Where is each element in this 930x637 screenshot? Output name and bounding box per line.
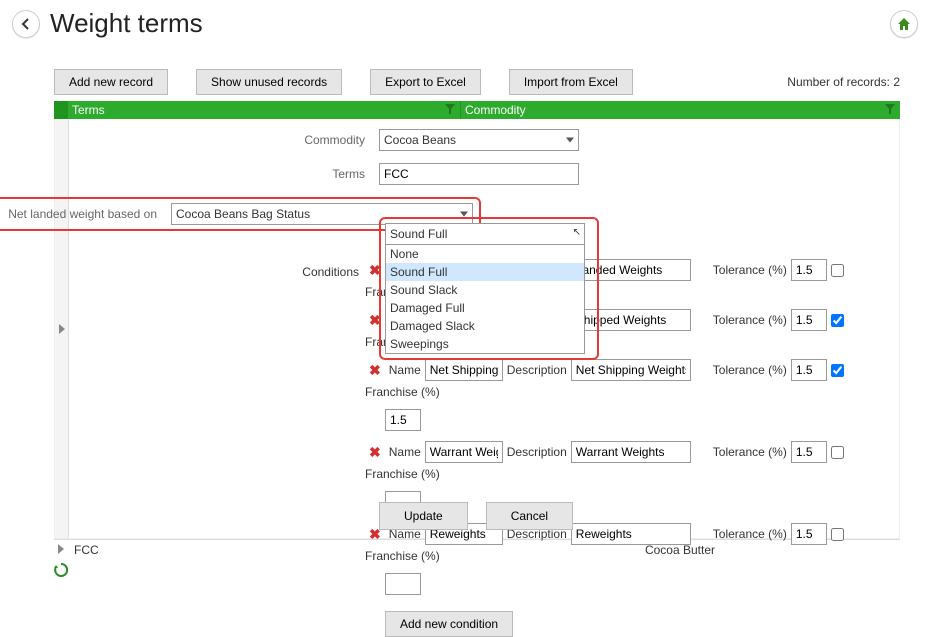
chevron-right-icon (59, 324, 65, 334)
terms-input[interactable] (379, 163, 579, 185)
commodity-select[interactable]: Cocoa Beans (379, 129, 579, 151)
export-to-excel-button[interactable]: Export to Excel (370, 69, 481, 95)
chevron-down-icon (566, 138, 574, 143)
home-button[interactable] (890, 10, 918, 38)
record-count: Number of records: 2 (787, 75, 900, 89)
condition-franchise-checkbox[interactable] (831, 264, 844, 277)
nlw-value: Cocoa Beans Bag Status (176, 207, 310, 221)
franchise-label: Franchise (%) (365, 467, 440, 481)
tolerance-label: Tolerance (%) (713, 263, 787, 277)
cursor-icon: ↖ (573, 227, 581, 238)
condition-tolerance-input[interactable] (791, 359, 827, 381)
row-expand-toggle[interactable] (54, 543, 68, 557)
condition-extra-input[interactable] (385, 573, 421, 595)
condition-row: ✖ Name Description Tolerance (%) Franchise (… (365, 441, 887, 481)
status-selected-value: Sound Full (390, 227, 447, 241)
description-label: Description (507, 445, 567, 459)
condition-tolerance-input[interactable] (791, 441, 827, 463)
add-new-condition-button[interactable]: Add new condition (385, 611, 513, 637)
franchise-label: Franchise (%) (365, 549, 440, 563)
condition-franchise-checkbox[interactable] (831, 446, 844, 459)
home-icon (896, 16, 912, 32)
commodity-label: Commodity (89, 133, 379, 147)
condition-tolerance-input[interactable] (791, 309, 827, 331)
chevron-right-icon (58, 544, 64, 554)
status-option[interactable]: Damaged Slack (386, 317, 584, 335)
condition-description-input[interactable] (571, 441, 691, 463)
status-option[interactable]: Sound Slack (386, 281, 584, 299)
status-select[interactable]: Sound Full ↖ (385, 223, 585, 245)
nlw-label: Net landed weight based on (0, 207, 171, 221)
filter-icon[interactable] (884, 103, 896, 115)
column-header-terms-label: Terms (72, 103, 105, 117)
status-option[interactable]: Damaged Full (386, 299, 584, 317)
condition-franchise-checkbox[interactable] (831, 364, 844, 377)
condition-description-input[interactable] (571, 359, 691, 381)
condition-description-input[interactable] (571, 523, 691, 545)
cancel-button[interactable]: Cancel (486, 502, 573, 530)
terms-label: Terms (89, 167, 379, 181)
name-label: Name (389, 445, 421, 459)
add-new-record-button[interactable]: Add new record (54, 69, 168, 95)
show-unused-records-button[interactable]: Show unused records (196, 69, 342, 95)
tolerance-label: Tolerance (%) (713, 363, 787, 377)
tolerance-label: Tolerance (%) (713, 445, 787, 459)
condition-franchise-checkbox[interactable] (831, 314, 844, 327)
condition-name-input[interactable] (425, 441, 503, 463)
condition-tolerance-input[interactable] (791, 523, 827, 545)
update-button[interactable]: Update (379, 502, 468, 530)
status-option[interactable]: None (386, 245, 584, 263)
description-label: Description (507, 363, 567, 377)
status-dropdown-list: NoneSound FullSound SlackDamaged FullDam… (385, 245, 585, 354)
back-button[interactable] (12, 10, 40, 38)
franchise-label: Franchise (%) (365, 385, 440, 399)
tolerance-label: Tolerance (%) (713, 313, 787, 327)
condition-extra-input[interactable] (385, 409, 421, 431)
import-from-excel-button[interactable]: Import from Excel (509, 69, 633, 95)
delete-condition-button[interactable]: ✖ (365, 362, 385, 379)
tolerance-label: Tolerance (%) (713, 527, 787, 541)
status-option[interactable]: Sound Full (386, 263, 584, 281)
conditions-label: Conditions (69, 265, 373, 279)
drag-handle-col (54, 101, 68, 119)
chevron-down-icon (460, 212, 468, 217)
condition-name-input[interactable] (425, 359, 503, 381)
annotation-highlight-dropdown: Sound Full ↖ NoneSound FullSound SlackDa… (379, 217, 599, 360)
condition-franchise-checkbox[interactable] (831, 528, 844, 541)
column-header-commodity-label: Commodity (465, 103, 526, 117)
filter-icon[interactable] (444, 103, 456, 115)
arrow-left-icon (19, 17, 33, 31)
column-header-commodity[interactable]: Commodity (460, 101, 900, 119)
column-header-terms[interactable]: Terms (68, 101, 460, 119)
name-label: Name (389, 363, 421, 377)
delete-condition-button[interactable]: ✖ (365, 444, 385, 461)
row-expand-handle[interactable] (55, 119, 69, 538)
commodity-value: Cocoa Beans (384, 133, 456, 147)
condition-row: ✖ Name Description Tolerance (%) Franchise (… (365, 359, 887, 399)
page-title: Weight terms (50, 8, 203, 39)
condition-tolerance-input[interactable] (791, 259, 827, 281)
grid-header: Terms Commodity (54, 101, 900, 119)
status-option[interactable]: Sweepings (386, 335, 584, 353)
